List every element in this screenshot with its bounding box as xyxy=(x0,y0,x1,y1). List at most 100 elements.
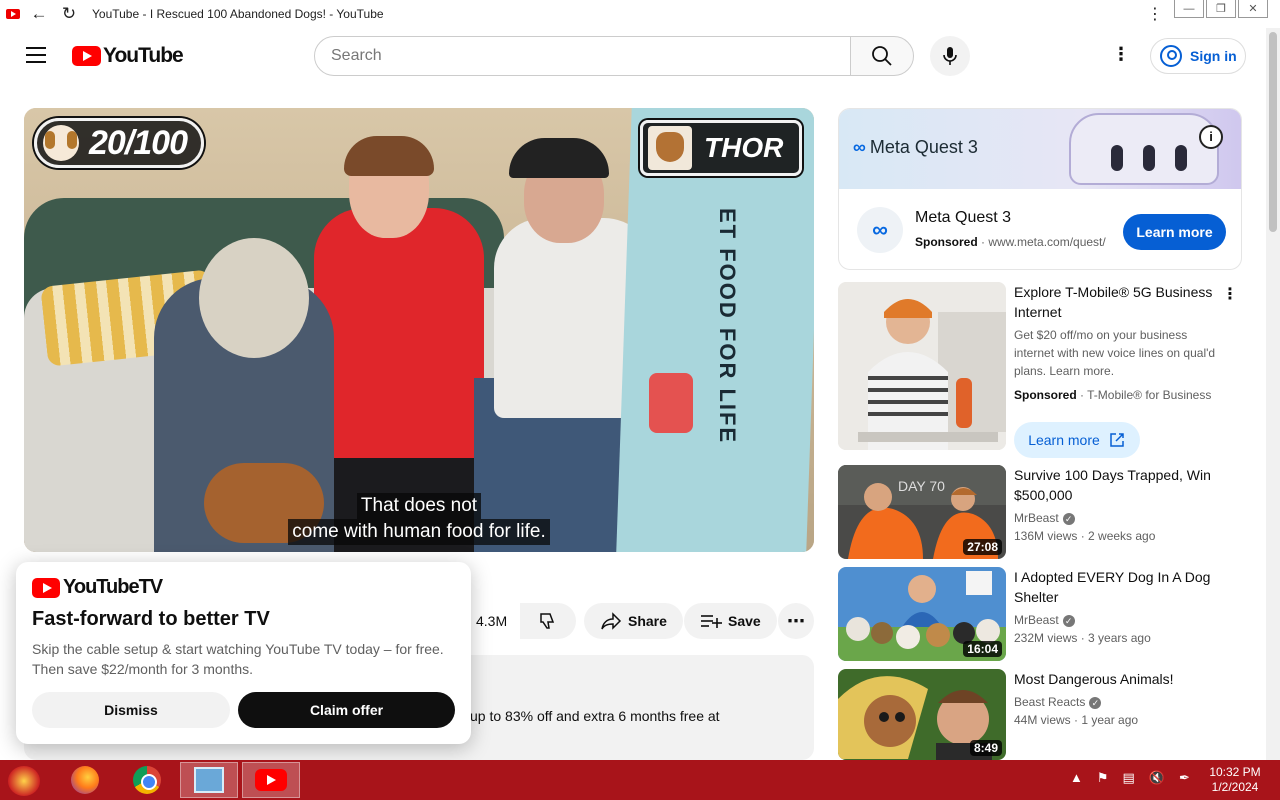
person-cap xyxy=(509,138,609,178)
ad-banner[interactable]: ∞ Meta Quest 3 i xyxy=(839,109,1241,189)
clock[interactable]: 10:32 PM 1/2/2024 xyxy=(1200,765,1270,795)
video-thumbnail[interactable]: 16:04 xyxy=(838,567,1006,661)
chrome-icon xyxy=(133,766,161,794)
pen-icon[interactable]: ✒ xyxy=(1179,770,1190,786)
ad-learn-more-button[interactable]: Learn more xyxy=(1123,214,1226,250)
page-scrollbar[interactable] xyxy=(1266,28,1280,760)
channel-line: MrBeast ✓ xyxy=(1014,509,1075,527)
headset-slot xyxy=(1143,145,1155,171)
video-player[interactable]: ET FOOD FOR LIFE 20/100 THOR That does n… xyxy=(24,108,814,552)
rec-title[interactable]: Explore T-Mobile® 5G Business Internet xyxy=(1014,282,1224,322)
rec-title[interactable]: I Adopted EVERY Dog In A Dog Shelter xyxy=(1014,567,1224,607)
network-icon[interactable]: ▤ xyxy=(1123,770,1135,786)
headset-slot xyxy=(1175,145,1187,171)
person-red-shirt xyxy=(314,208,484,458)
dislike-button[interactable] xyxy=(520,603,576,639)
more-actions-button[interactable]: ⋯ xyxy=(778,603,814,639)
captions: That does not come with human food for l… xyxy=(24,493,814,545)
caption-line-1: That does not xyxy=(356,493,482,519)
back-arrow-icon[interactable]: ← xyxy=(28,3,50,25)
vr-headset-image xyxy=(1069,113,1219,185)
clock-time: 10:32 PM xyxy=(1209,765,1261,779)
tray-expand-icon[interactable]: ▲ xyxy=(1070,770,1083,786)
dog-count-badge: 20/100 xyxy=(34,118,204,168)
taskbar-chrome[interactable] xyxy=(118,762,176,798)
taskbar-youtube[interactable] xyxy=(242,762,300,798)
video-stats: 136M views · 2 weeks ago xyxy=(1014,529,1156,543)
dog-bowl xyxy=(649,373,693,433)
channel-name[interactable]: MrBeast xyxy=(1014,511,1059,525)
search-input[interactable] xyxy=(331,47,850,65)
search-icon xyxy=(872,46,892,66)
thumbs-down-icon xyxy=(540,613,555,629)
browser-menu-icon[interactable]: ⋮ xyxy=(1146,4,1164,24)
promo-title: Fast-forward to better TV xyxy=(32,608,270,630)
info-icon[interactable]: i xyxy=(1199,125,1223,149)
video-duration: 8:49 xyxy=(969,740,1002,756)
taskbar-control-panel[interactable] xyxy=(180,762,238,798)
video-thumbnail[interactable] xyxy=(838,282,1006,450)
rec-video-item[interactable]: 16:04 I Adopted EVERY Dog In A Dog Shelt… xyxy=(838,567,1242,662)
account-icon xyxy=(1160,45,1182,67)
minimize-icon[interactable]: — xyxy=(1174,0,1204,18)
person-hair xyxy=(344,136,434,176)
microphone-icon xyxy=(943,47,957,65)
claim-offer-button[interactable]: Claim offer xyxy=(238,692,455,728)
scrollbar-thumb[interactable] xyxy=(1269,32,1277,232)
ad-title[interactable]: Meta Quest 3 xyxy=(915,209,1011,227)
video-thumbnail[interactable]: 8:49 xyxy=(838,669,1006,760)
verified-icon: ✓ xyxy=(1089,696,1102,709)
channel-name[interactable]: MrBeast xyxy=(1014,613,1059,627)
settings-more-icon[interactable]: ⋮ xyxy=(1110,44,1132,68)
rec-more-icon[interactable]: ⋮ xyxy=(1222,284,1238,304)
menu-icon[interactable] xyxy=(26,47,46,63)
svg-text:DAY 70: DAY 70 xyxy=(898,478,945,494)
reload-icon[interactable]: ↻ xyxy=(58,3,80,25)
rec-video-item[interactable]: 8:49 Most Dangerous Animals! Beast React… xyxy=(838,669,1242,760)
rec-title[interactable]: Most Dangerous Animals! xyxy=(1014,669,1224,689)
youtube-tv-logo: YouTubeTV xyxy=(32,576,455,599)
channel-line: Beast Reacts ✓ xyxy=(1014,693,1102,711)
video-duration: 16:04 xyxy=(963,641,1002,657)
start-button-icon[interactable] xyxy=(8,766,40,796)
sidebar-ad-card[interactable]: ∞ Meta Quest 3 i ∞ Meta Quest 3 Sponsore… xyxy=(838,108,1242,270)
sponsored-item[interactable]: Explore T-Mobile® 5G Business Internet ⋮… xyxy=(838,282,1242,458)
restore-icon[interactable]: ❐ xyxy=(1206,0,1236,18)
voice-search-button[interactable] xyxy=(930,36,970,76)
rec-title[interactable]: Survive 100 Days Trapped, Win $500,000 xyxy=(1014,465,1224,505)
rec-video-item[interactable]: DAY 70 27:08 Survive 100 Days Trapped, W… xyxy=(838,465,1242,560)
channel-name[interactable]: Beast Reacts xyxy=(1014,695,1085,709)
share-button[interactable]: Share xyxy=(584,603,683,639)
sponsored-label: Sponsored xyxy=(1014,388,1077,402)
volume-muted-icon[interactable]: 🔇 xyxy=(1149,770,1165,786)
verified-icon: ✓ xyxy=(1062,614,1075,627)
video-stats: 232M views · 3 years ago xyxy=(1014,631,1151,645)
search-button[interactable] xyxy=(850,36,914,76)
rec-learn-more-button[interactable]: Learn more xyxy=(1014,422,1140,458)
sign-in-button[interactable]: Sign in xyxy=(1150,38,1246,74)
save-button[interactable]: Save xyxy=(684,603,777,639)
youtube-play-icon xyxy=(72,46,101,66)
share-icon xyxy=(601,612,622,630)
window-title: YouTube - I Rescued 100 Abandoned Dogs! … xyxy=(92,7,384,21)
system-tray: ▲ ⚑ ▤ 🔇 ✒ xyxy=(1070,770,1204,786)
channel-line: MrBeast ✓ xyxy=(1014,611,1075,629)
video-thumbnail[interactable]: DAY 70 27:08 xyxy=(838,465,1006,559)
caption-line-2: come with human food for life. xyxy=(288,519,550,545)
youtube-tv-play-icon xyxy=(32,577,60,598)
sponsored-label: Sponsored xyxy=(915,235,978,249)
masthead: YouTube ⋮ Sign in xyxy=(0,28,1266,84)
dismiss-button[interactable]: Dismiss xyxy=(32,692,230,728)
window-titlebar: ← ↻ YouTube - I Rescued 100 Abandoned Do… xyxy=(0,0,1280,28)
sign-text: ET FOOD FOR LIFE xyxy=(715,208,740,445)
flag-icon[interactable]: ⚑ xyxy=(1097,770,1109,786)
advertiser-name: T-Mobile® for Business xyxy=(1087,388,1212,402)
verified-icon: ✓ xyxy=(1062,512,1075,525)
close-icon[interactable]: ✕ xyxy=(1238,0,1268,18)
youtube-logo[interactable]: YouTube xyxy=(72,44,184,68)
taskbar-firefox[interactable] xyxy=(56,762,114,798)
video-stats: 44M views · 1 year ago xyxy=(1014,713,1139,727)
youtube-app-icon xyxy=(255,769,287,791)
learn-more-label: Learn more xyxy=(1028,432,1100,448)
ad-url: www.meta.com/quest/ xyxy=(988,235,1106,249)
